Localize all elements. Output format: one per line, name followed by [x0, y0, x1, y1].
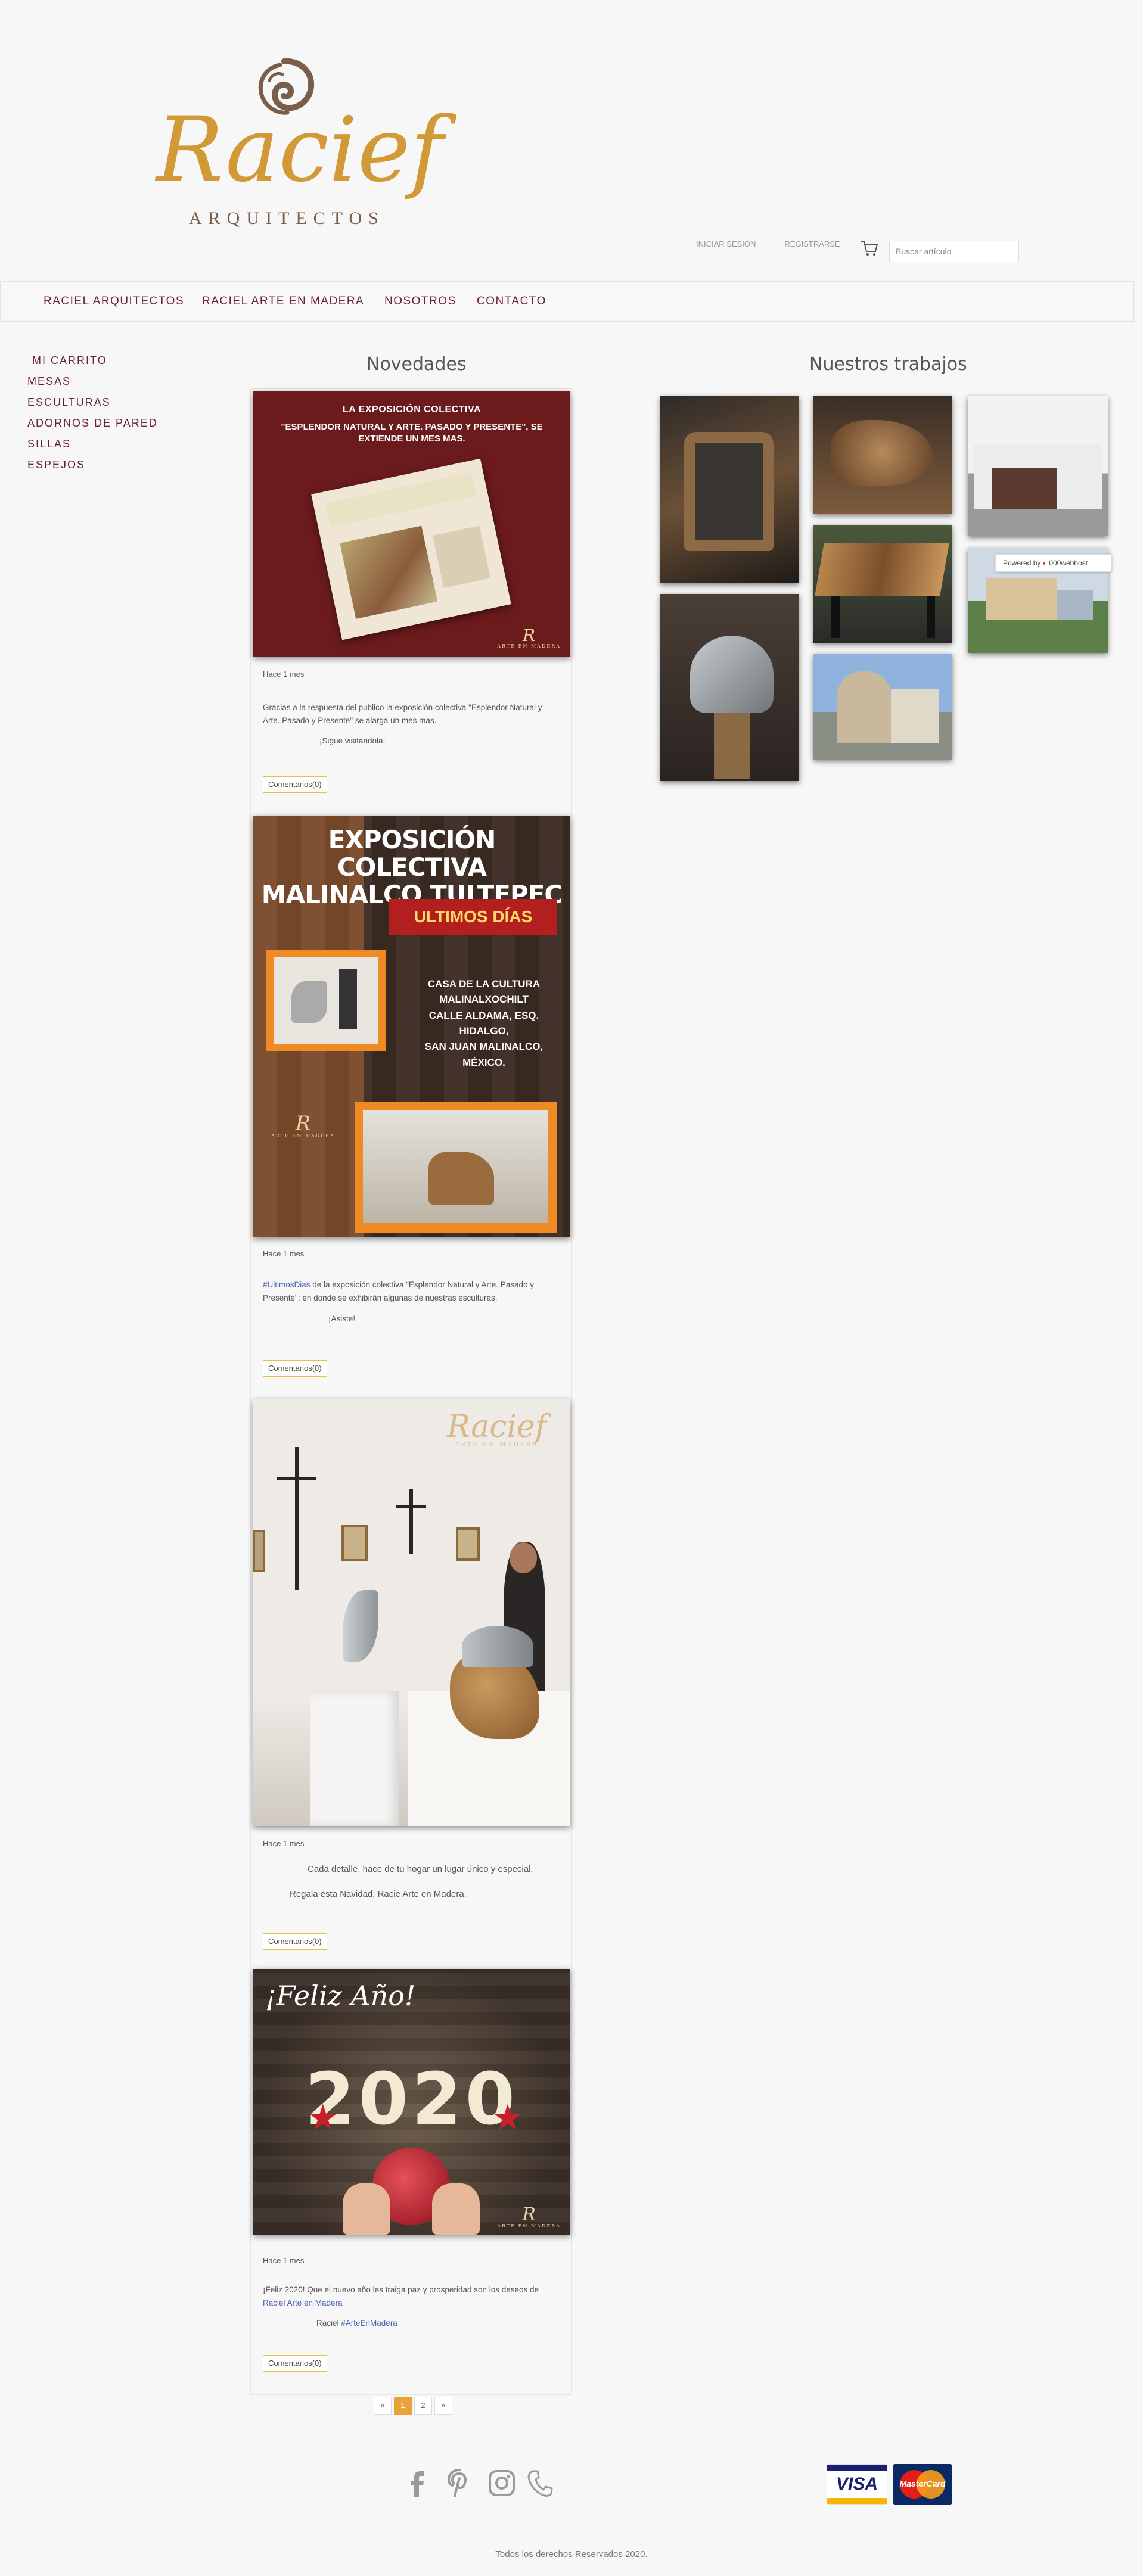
phone-icon[interactable] [524, 2466, 554, 2500]
post-brand-badge: R ARTE EN MADERA [271, 1112, 335, 1138]
post-image-heading: LA EXPOSICIÓN COLECTIVA [343, 405, 481, 415]
post-image[interactable]: Racief ARTE EN MADERA [253, 1399, 570, 1826]
gallery-image-house-white[interactable] [968, 396, 1108, 536]
post-text: ¡Feliz 2020! Que el nuevo año les traiga… [263, 2285, 539, 2308]
post-image[interactable]: ¡Feliz Año! 2020 ★ ★ R ARTE EN MADERA [253, 1969, 570, 2235]
login-link[interactable]: INICIAR SESION [696, 239, 756, 248]
post-text-secondary: ¡Asiste! [328, 1314, 356, 1323]
page-1-button[interactable]: 1 [394, 2397, 412, 2415]
main-navbar: RACIEL ARQUITECTOS RACIEL ARTE EN MADERA… [0, 281, 1134, 322]
post-text-secondary: ¡Sigue visitandola! [319, 736, 386, 745]
visa-card-icon: VISA [827, 2464, 887, 2505]
ultimos-dias-banner: ULTIMOS DÍAS [389, 899, 557, 935]
sidebar-item-adornos-de-pared[interactable]: ADORNOS DE PARED [27, 417, 158, 438]
powered-by-badge[interactable]: Powered by ◐ 000webhost [995, 554, 1112, 572]
exhibition-poster-illustration [311, 458, 511, 640]
gallery-image-table[interactable] [813, 525, 952, 643]
nav-contacto[interactable]: CONTACTO [477, 295, 546, 308]
page-prev-button[interactable]: « [374, 2397, 392, 2415]
pagination: « 1 2 » [374, 2397, 455, 2415]
post-text-secondary: Regala esta Navidad, Racie Arte en Mader… [290, 1889, 467, 1899]
post-image[interactable]: EXPOSICIÓN COLECTIVA MALINALCO TULTEPEC … [253, 816, 570, 1237]
search-input[interactable] [889, 241, 1019, 262]
pinterest-icon[interactable] [444, 2466, 474, 2500]
news-feed: LA EXPOSICIÓN COLECTIVA "ESPLENDOR NATUR… [250, 388, 572, 2395]
post-time: Hace 1 mes [263, 670, 305, 679]
star-decoration-icon: ★ [492, 2098, 524, 2138]
mastercard-icon: MasterCard [893, 2464, 952, 2505]
gallery-image-wood-sculpture[interactable] [813, 396, 952, 514]
post-image[interactable]: LA EXPOSICIÓN COLECTIVA "ESPLENDOR NATUR… [253, 391, 570, 657]
post-text: #UltimosDias de la exposición colectiva … [263, 1280, 535, 1303]
trabajos-title: Nuestros trabajos [809, 354, 967, 375]
hashtag-link[interactable]: #ArteEnMadera [341, 2319, 397, 2328]
cart-icon[interactable] [859, 238, 880, 259]
nav-raciel-arquitectos[interactable]: RACIEL ARQUITECTOS [44, 295, 184, 308]
register-link[interactable]: REGISTRARSE [784, 239, 840, 248]
page-next-button[interactable]: » [434, 2397, 452, 2415]
nav-nosotros[interactable]: NOSOTROS [384, 295, 456, 308]
post-brand-badge: R ARTE EN MADERA [497, 2204, 561, 2229]
gallery-image-building-tower[interactable] [813, 654, 952, 760]
account-links: INICIAR SESION REGISTRARSE [696, 239, 869, 248]
webhost-logo-icon: ◐ [1042, 559, 1047, 567]
facebook-icon[interactable] [402, 2466, 432, 2500]
post-text: Gracias a la respuesta del publico la ex… [263, 703, 542, 726]
sidebar-item-sillas[interactable]: SILLAS [27, 438, 158, 459]
sidebar-item-mi-carrito[interactable]: MI CARRITO [27, 354, 158, 375]
page-2-button[interactable]: 2 [414, 2397, 432, 2415]
post-time: Hace 1 mes [263, 1839, 305, 1848]
star-decoration-icon: ★ [307, 2098, 339, 2138]
comments-button[interactable]: Comentarios(0) [263, 1360, 327, 1377]
sidebar-item-mesas[interactable]: MESAS [27, 375, 158, 396]
comments-button[interactable]: Comentarios(0) [263, 1933, 327, 1950]
brand-logo[interactable]: Racief ARQUITECTOS [156, 57, 444, 235]
post-photo-inset [266, 950, 386, 1051]
post-image-greeting: ¡Feliz Año! [265, 1980, 416, 2012]
nav-raciel-arte-en-madera[interactable]: RACIEL ARTE EN MADERA [202, 295, 364, 308]
post-brand-badge: R ARTE EN MADERA [497, 626, 561, 649]
gallery-image-sculpture[interactable] [660, 594, 799, 781]
raciel-arte-link[interactable]: Raciel Arte en Madera [263, 2298, 343, 2307]
novedades-title: Novedades [366, 354, 467, 375]
post-image-address: CASA DE LA CULTURA MALINALXOCHILT CALLE … [424, 978, 543, 1068]
logo-subtitle: ARQUITECTOS [189, 209, 385, 228]
post-photo-frame [355, 1102, 557, 1233]
post-image-title: EXPOSICIÓN COLECTIVA MALINALCO TULTEPEC [261, 825, 563, 910]
gallery-image-mirror[interactable] [660, 396, 799, 583]
post-text: Cada detalle, hace de tu hogar un lugar … [308, 1864, 533, 1874]
sidebar-item-espejos[interactable]: ESPEJOS [27, 459, 158, 480]
comments-button[interactable]: Comentarios(0) [263, 2355, 327, 2372]
post-time: Hace 1 mes [263, 1249, 305, 1258]
post-image-subheading: "ESPLENDOR NATURAL Y ARTE. PASADO Y PRES… [281, 422, 543, 444]
comments-button[interactable]: Comentarios(0) [263, 776, 327, 793]
copyright-text: Todos los derechos Reservados 2020. [495, 2549, 648, 2559]
instagram-icon[interactable] [487, 2466, 517, 2500]
logo-wordmark: Racief [156, 98, 444, 202]
post-time: Hace 1 mes [263, 2256, 305, 2265]
sidebar-item-esculturas[interactable]: ESCULTURAS [27, 396, 158, 417]
hashtag-link[interactable]: #UltimosDias [263, 1280, 310, 1289]
post-text-secondary: Raciel #ArteEnMadera [316, 2319, 397, 2328]
post-brand-badge: Racief ARTE EN MADERA [446, 1409, 546, 1448]
category-sidebar: MI CARRITO MESAS ESCULTURAS ADORNOS DE P… [27, 354, 158, 480]
